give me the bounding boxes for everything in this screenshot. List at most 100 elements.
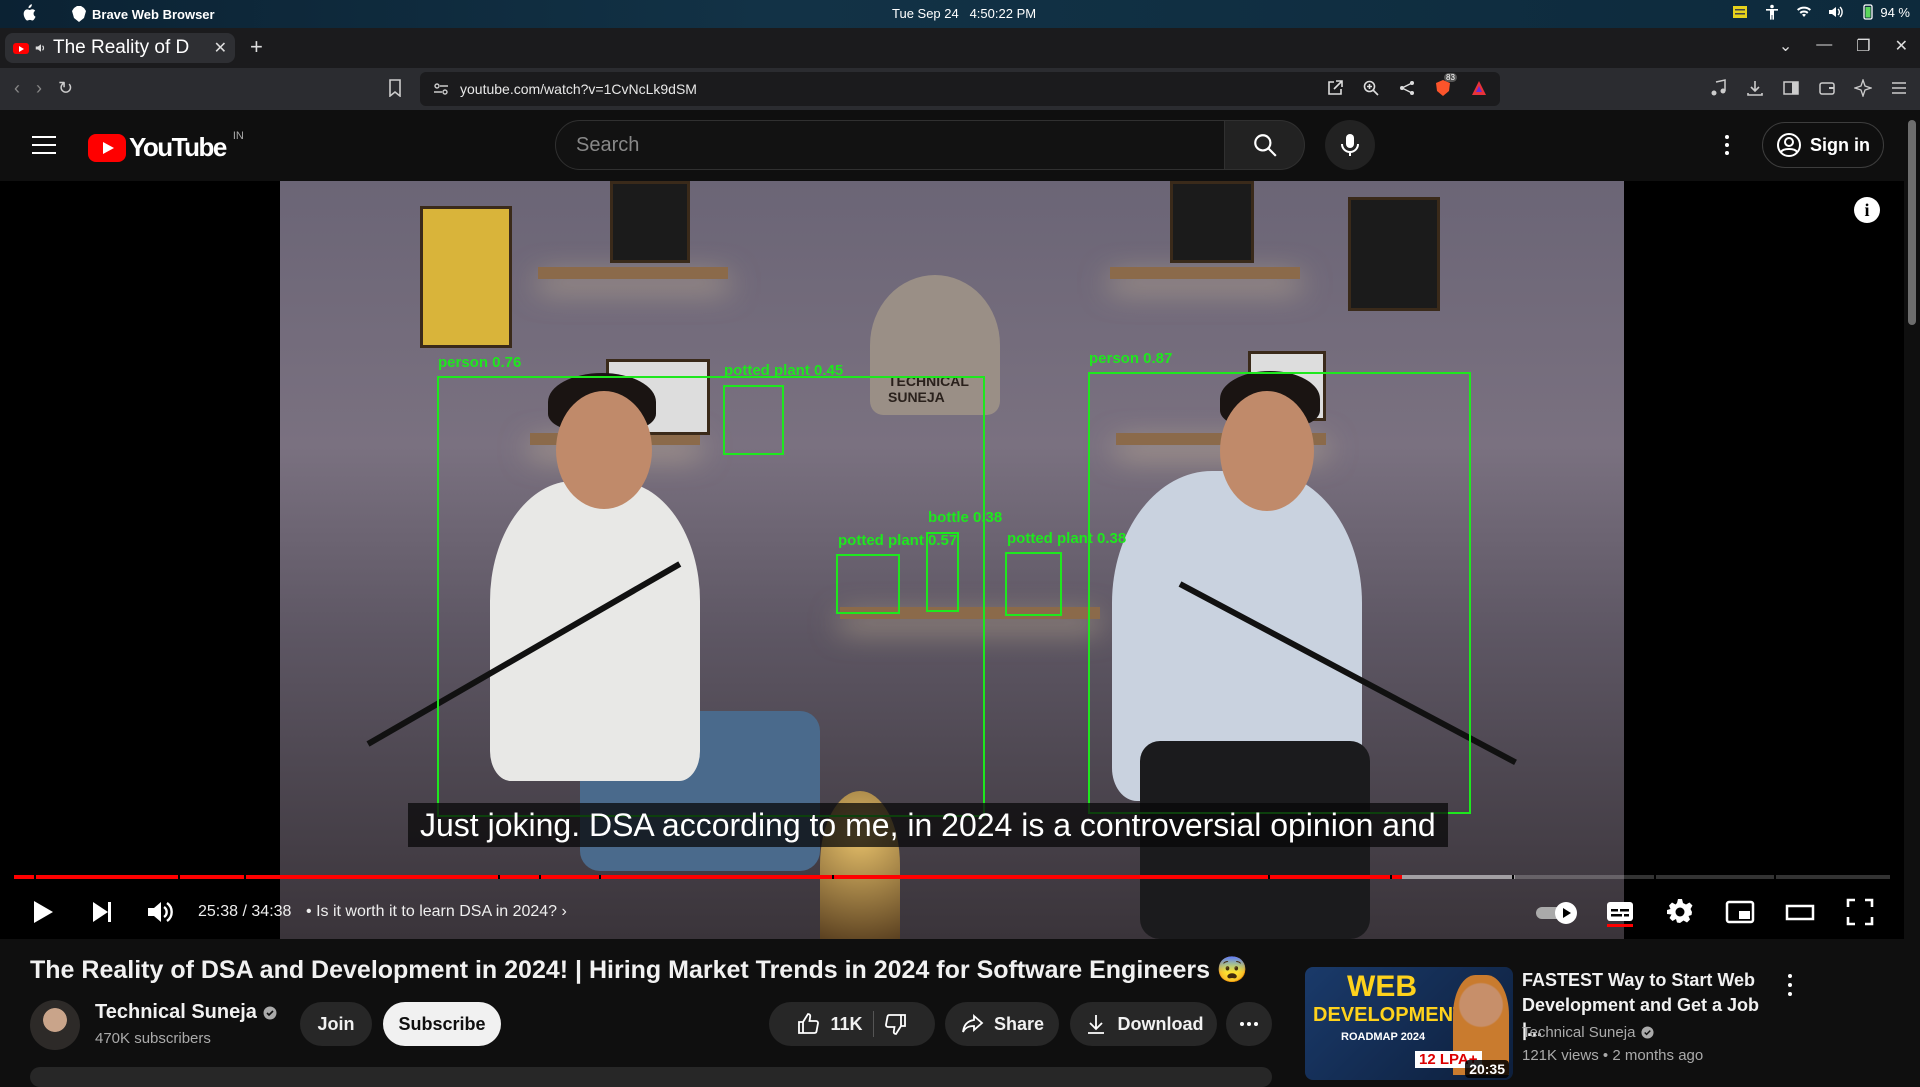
wallet-icon[interactable] <box>1818 79 1836 97</box>
like-dislike-group: 11K <box>769 1002 935 1046</box>
menu-icon[interactable] <box>1890 79 1908 97</box>
new-tab-button[interactable]: + <box>250 34 263 60</box>
mute-button[interactable] <box>144 896 176 928</box>
play-button[interactable] <box>26 896 58 928</box>
download-label: Download <box>1117 1013 1204 1034</box>
verified-check-icon <box>1641 1026 1654 1039</box>
theater-mode-button[interactable] <box>1784 896 1816 928</box>
back-icon[interactable]: ‹ <box>14 78 20 99</box>
potted-plant <box>720 203 754 243</box>
tab-list-chevron-icon[interactable]: ⌄ <box>1779 36 1792 56</box>
chapter-button[interactable]: • Is it worth it to learn DSA in 2024? › <box>306 903 567 921</box>
forward-icon[interactable]: › <box>36 78 42 99</box>
detection-label: person 0.87 <box>1089 350 1173 367</box>
search-input[interactable] <box>576 133 1224 157</box>
active-app-name[interactable]: Brave Web Browser <box>72 6 215 22</box>
restore-button[interactable]: ❐ <box>1856 36 1870 56</box>
sidebar-icon[interactable] <box>1782 79 1800 97</box>
chapter-marker <box>539 875 541 879</box>
leo-ai-icon[interactable] <box>1854 79 1872 97</box>
settings-button[interactable] <box>1664 896 1696 928</box>
chapter-marker <box>498 875 500 879</box>
autoplay-toggle[interactable] <box>1534 896 1580 928</box>
download-button[interactable]: Download <box>1070 1002 1217 1046</box>
chapter-marker <box>599 875 601 879</box>
close-window-button[interactable]: ✕ <box>1895 36 1908 56</box>
detection-label: potted plant 0.57 <box>838 532 958 549</box>
media-icon[interactable] <box>1710 79 1728 97</box>
next-button[interactable] <box>86 896 118 928</box>
like-divider <box>872 1011 874 1037</box>
avatar[interactable] <box>30 1000 80 1050</box>
share-button[interactable]: Share <box>945 1002 1059 1046</box>
video-duration-badge: 20:35 <box>1465 1060 1509 1078</box>
notes-icon[interactable] <box>1732 4 1748 20</box>
youtube-play-logo-icon <box>88 133 126 162</box>
speaker-playing-icon[interactable] <box>35 42 47 54</box>
subscribe-button[interactable]: Subscribe <box>383 1002 501 1046</box>
guide-menu-icon[interactable] <box>32 136 56 154</box>
channel-name-link[interactable]: Technical Suneja <box>95 1001 277 1024</box>
shield-count-badge: 83 <box>1444 73 1457 82</box>
chapter-marker <box>34 875 36 879</box>
wall-poster <box>1170 181 1254 263</box>
join-button[interactable]: Join <box>300 1002 372 1046</box>
detection-label: potted plant 0.45 <box>724 362 844 379</box>
recommended-video-thumbnail[interactable]: WEB DEVELOPMENT ROADMAP 2024 12 LPA+ 20:… <box>1305 967 1513 1080</box>
reload-icon[interactable]: ↻ <box>58 78 73 99</box>
chapter-title: Is it worth it to learn DSA in 2024? <box>316 903 558 920</box>
tab-title: The Reality of D <box>53 37 190 58</box>
recommended-channel[interactable]: Technical Suneja <box>1522 1024 1654 1041</box>
settings-more-icon[interactable] <box>1718 132 1736 158</box>
page-scrollbar[interactable] <box>1904 110 1920 1080</box>
app-name-label: Brave Web Browser <box>92 6 215 22</box>
dislike-button[interactable] <box>884 1012 908 1036</box>
join-label: Join <box>317 1013 355 1034</box>
scrollbar-thumb[interactable] <box>1908 120 1916 325</box>
chapter-marker <box>1268 875 1270 879</box>
potted-plant <box>1260 209 1294 249</box>
accessibility-icon[interactable] <box>1764 4 1780 20</box>
nav-buttons: ‹ › ↻ <box>14 78 73 99</box>
volume-icon[interactable] <box>1828 4 1844 20</box>
video-player[interactable]: TECHNICAL SUNEJA person 0.76 potted plan… <box>0 181 1904 939</box>
site-settings-icon[interactable] <box>432 80 450 98</box>
recommended-more-icon[interactable] <box>1786 974 1794 996</box>
fullscreen-button[interactable] <box>1844 896 1876 928</box>
downloads-icon[interactable] <box>1746 79 1764 97</box>
share-icon[interactable] <box>1398 79 1416 97</box>
browser-tab-active[interactable]: The Reality of D ✕ <box>5 33 235 63</box>
tab-close-icon[interactable]: ✕ <box>214 38 227 58</box>
zoom-icon[interactable] <box>1362 79 1380 97</box>
bookmark-icon[interactable] <box>388 79 402 97</box>
minimize-button[interactable]: — <box>1816 36 1832 56</box>
battery-indicator[interactable]: 94 % <box>1860 4 1910 20</box>
brave-rewards-icon[interactable] <box>1470 79 1488 97</box>
gear-icon <box>1667 899 1693 923</box>
address-bar[interactable]: youtube.com/watch?v=1CvNcLk9dSM 83 <box>420 72 1500 106</box>
chapter-marker <box>1774 875 1776 879</box>
brave-shields-button[interactable]: 83 <box>1434 73 1457 97</box>
youtube-header: YouTube IN Sign in <box>0 110 1904 181</box>
search-box <box>555 120 1225 170</box>
apple-icon[interactable] <box>20 4 36 22</box>
voice-search-button[interactable] <box>1325 120 1375 170</box>
chapter-marker <box>1654 875 1656 879</box>
menubar-clock[interactable]: Tue Sep 24 4:50:22 PM <box>892 6 1036 21</box>
youtube-logo[interactable]: YouTube IN <box>88 130 244 163</box>
open-external-icon[interactable] <box>1326 79 1344 97</box>
wall-poster <box>610 181 690 263</box>
description-box[interactable] <box>30 1067 1272 1087</box>
browser-toolbar: ‹ › ↻ youtube.com/watch?v=1CvNcLk9dSM 83 <box>0 68 1920 110</box>
sign-in-button[interactable]: Sign in <box>1762 122 1884 168</box>
chapter-marker <box>1390 875 1392 879</box>
wifi-icon[interactable] <box>1796 4 1812 20</box>
info-icon[interactable]: i <box>1854 197 1880 223</box>
youtube-wordmark: YouTube <box>129 132 227 162</box>
search-button[interactable] <box>1225 120 1305 170</box>
more-actions-button[interactable] <box>1226 1002 1272 1046</box>
subtitles-button[interactable] <box>1604 896 1636 928</box>
like-button[interactable]: 11K <box>796 1012 863 1036</box>
miniplayer-button[interactable] <box>1724 896 1756 928</box>
progress-bar[interactable] <box>14 875 1890 879</box>
